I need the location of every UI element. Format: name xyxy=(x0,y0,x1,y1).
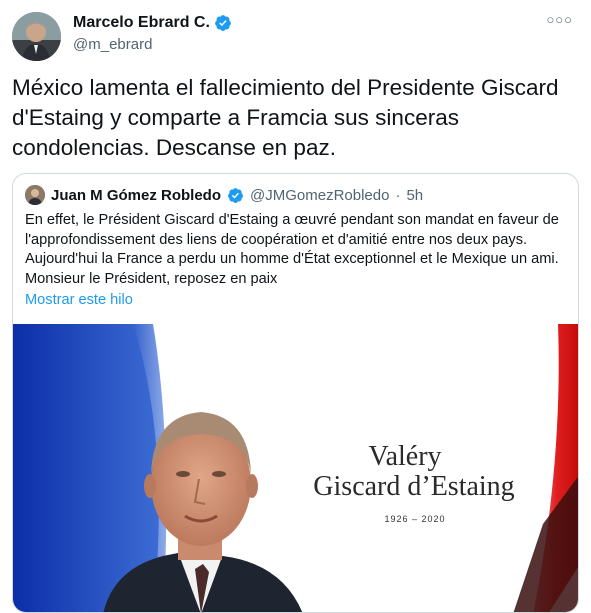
tweet-text: México lamenta el fallecimiento del Pres… xyxy=(12,75,559,160)
author-handle[interactable]: @m_ebrard xyxy=(73,36,152,53)
show-thread-link[interactable]: Mostrar este hilo xyxy=(25,292,133,308)
author-name-label[interactable]: Marcelo Ebrard C. xyxy=(73,14,210,32)
image-last-name: Giscard d’Estaing xyxy=(313,471,514,502)
quoted-timestamp[interactable]: 5h xyxy=(406,187,423,204)
quoted-image[interactable]: Valéry Giscard d’Estaing 1926 – 2020 xyxy=(13,324,578,612)
quoted-tweet[interactable]: Juan M Gómez Robledo @JMGomezRobledo · 5… xyxy=(12,173,579,613)
quoted-header: Juan M Gómez Robledo @JMGomezRobledo · 5… xyxy=(25,185,423,205)
image-years: 1926 – 2020 xyxy=(384,514,445,524)
author-avatar[interactable] xyxy=(12,12,61,61)
quoted-verified-badge-icon xyxy=(228,187,243,203)
meta-separator: · xyxy=(395,186,401,204)
quoted-avatar xyxy=(25,185,45,205)
tweet: Marcelo Ebrard C. @m_ebrard ○○○ México l… xyxy=(0,0,591,613)
author-name[interactable]: Marcelo Ebrard C. xyxy=(73,14,232,32)
image-first-name: Valéry xyxy=(368,441,441,472)
more-dots-icon[interactable]: ○○○ xyxy=(546,12,573,27)
quoted-text: En effet, le Président Giscard d'Estaing… xyxy=(25,212,559,287)
verified-badge-icon xyxy=(215,15,231,31)
quoted-author-handle[interactable]: @JMGomezRobledo xyxy=(250,187,389,204)
quoted-author-name[interactable]: Juan M Gómez Robledo xyxy=(51,187,221,204)
